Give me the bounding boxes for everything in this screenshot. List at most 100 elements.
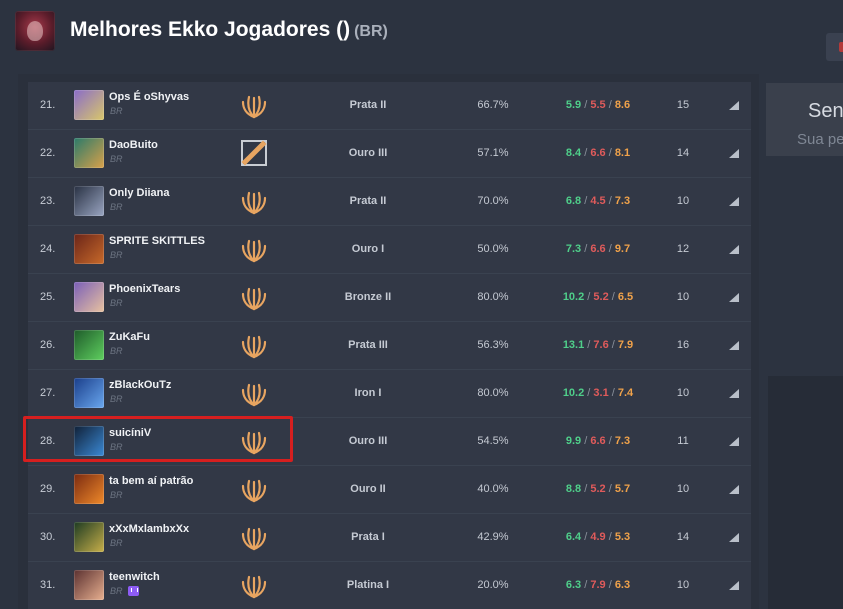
player-avatar[interactable] xyxy=(74,330,104,360)
kda-deaths: 5.2 xyxy=(590,483,606,495)
kda-kills: 5.9 xyxy=(565,99,582,111)
kda-separator: / xyxy=(581,483,591,495)
player-avatar[interactable] xyxy=(74,282,104,312)
player-avatar[interactable] xyxy=(74,570,104,600)
kda-assists: 5.7 xyxy=(614,483,631,495)
stats-graph-icon[interactable] xyxy=(728,194,740,206)
player-tier: Bronze II xyxy=(344,291,392,303)
player-tier: Ouro II xyxy=(350,483,386,495)
table-row[interactable]: 22. DaoBuito BR Ouro III 57.1% 8.4 / 6.6 / 8.… xyxy=(28,130,751,178)
legendary-crest-icon xyxy=(239,426,269,456)
player-winrate: 56.3% xyxy=(477,339,509,351)
player-name[interactable]: teenwitch xyxy=(109,571,160,583)
table-row[interactable]: 21. Ops É oShyvas BR Prata II 66.7% 5.9 / 5.5… xyxy=(28,82,751,130)
player-games: 15 xyxy=(676,99,690,111)
kda-separator: / xyxy=(605,435,615,447)
corner-action-button[interactable] xyxy=(826,33,843,61)
stats-graph-icon[interactable] xyxy=(728,530,740,542)
kda-deaths: 7.9 xyxy=(590,579,606,591)
legendary-crest-icon xyxy=(239,186,269,216)
stats-graph-icon[interactable] xyxy=(728,146,740,158)
stats-graph-icon[interactable] xyxy=(728,98,740,110)
kda-separator: / xyxy=(605,243,615,255)
player-avatar[interactable] xyxy=(74,138,104,168)
player-avatar[interactable] xyxy=(74,474,104,504)
row-rank: 26. xyxy=(40,339,56,351)
player-avatar[interactable] xyxy=(74,378,104,408)
player-tier: Prata III xyxy=(348,339,388,351)
player-name[interactable]: Ops É oShyvas xyxy=(109,91,189,103)
player-name[interactable]: DaoBuito xyxy=(109,139,158,151)
legendary-crest-icon xyxy=(239,330,269,360)
kda-deaths: 7.6 xyxy=(593,339,609,351)
player-tier: Iron I xyxy=(354,387,382,399)
table-row[interactable]: 23. Only Diiana BR Prata II 70.0% 6.8 / 4.5 /… xyxy=(28,178,751,226)
player-winrate: 40.0% xyxy=(477,483,509,495)
player-tier: Prata II xyxy=(349,99,387,111)
title-text: Melhores Ekko Jogadores () xyxy=(70,18,351,41)
table-row[interactable]: 25. PhoenixTears BR Bronze II 80.0% 10.2 / 5.… xyxy=(28,274,751,322)
table-row[interactable]: 27. zBlackOuTz BR Iron I 80.0% 10.2 / 3.1 / 7… xyxy=(28,370,751,418)
player-avatar[interactable] xyxy=(74,234,104,264)
legendary-crest-icon xyxy=(239,570,269,600)
player-name[interactable]: zBlackOuTz xyxy=(109,379,171,391)
kda-separator: / xyxy=(581,147,591,159)
table-row[interactable]: 30. xXxMxlambxXx BR Prata I 42.9% 6.4 / 4.9 /… xyxy=(28,514,751,562)
kda-separator: / xyxy=(581,243,591,255)
player-name[interactable]: Only Diiana xyxy=(109,187,170,199)
stats-graph-icon[interactable] xyxy=(728,338,740,350)
kda-separator: / xyxy=(608,387,618,399)
players-table: 21. Ops É oShyvas BR Prata II 66.7% 5.9 / 5.5… xyxy=(18,74,759,609)
player-name[interactable]: suicíniV xyxy=(109,427,151,439)
player-avatar[interactable] xyxy=(74,186,104,216)
legendary-crest-icon xyxy=(239,474,269,504)
player-winrate: 80.0% xyxy=(477,387,509,399)
player-avatar[interactable] xyxy=(74,426,104,456)
player-games: 10 xyxy=(676,291,690,303)
table-row[interactable]: 29. ta bem aí patrão BR Ouro II 40.0% 8.8 / 5… xyxy=(28,466,751,514)
table-row[interactable]: 31. teenwitch BR Platina I 20.0% 6.3 / 7.9 / … xyxy=(28,562,751,609)
kda-deaths: 5.5 xyxy=(590,99,606,111)
stats-graph-icon[interactable] xyxy=(728,290,740,302)
row-rank: 28. xyxy=(40,435,56,447)
player-tier: Prata II xyxy=(349,195,387,207)
stats-graph-icon[interactable] xyxy=(728,386,740,398)
player-name[interactable]: ZuKaFu xyxy=(109,331,150,343)
kda-kills: 9.9 xyxy=(565,435,582,447)
player-name[interactable]: xXxMxlambxXx xyxy=(109,523,189,535)
kda-separator: / xyxy=(605,483,615,495)
kda-deaths: 4.5 xyxy=(590,195,606,207)
player-winrate: 80.0% xyxy=(477,291,509,303)
player-name[interactable]: SPRITE SKITTLES xyxy=(109,235,205,247)
stats-graph-icon[interactable] xyxy=(728,242,740,254)
row-rank: 27. xyxy=(40,387,56,399)
kda-deaths: 5.2 xyxy=(593,291,609,303)
table-row[interactable]: 24. SPRITE SKITTLES BR Ouro I 50.0% 7.3 / 6.6… xyxy=(28,226,751,274)
row-rank: 29. xyxy=(40,483,56,495)
stats-graph-icon[interactable] xyxy=(728,482,740,494)
table-row[interactable]: 26. ZuKaFu BR Prata III 56.3% 13.1 / 7.6 / 7.… xyxy=(28,322,751,370)
player-avatar[interactable] xyxy=(74,522,104,552)
player-kda: 13.1 / 7.6 / 7.9 xyxy=(538,339,658,351)
player-name[interactable]: PhoenixTears xyxy=(109,283,180,295)
kda-kills: 6.4 xyxy=(565,531,582,543)
page-title: Melhores Ekko Jogadores () (BR) xyxy=(70,18,388,42)
player-games: 10 xyxy=(676,483,690,495)
player-name[interactable]: ta bem aí patrão xyxy=(109,475,193,487)
twitch-icon[interactable] xyxy=(128,586,139,596)
stats-graph-icon[interactable] xyxy=(728,434,740,446)
player-games: 10 xyxy=(676,579,690,591)
side-card-heading: Sen xyxy=(808,100,843,122)
row-rank: 31. xyxy=(40,579,56,591)
kda-kills: 8.4 xyxy=(565,147,582,159)
kda-separator: / xyxy=(608,339,618,351)
kda-kills: 7.3 xyxy=(565,243,582,255)
stats-graph-icon[interactable] xyxy=(728,578,740,590)
kda-kills: 6.8 xyxy=(565,195,582,207)
table-row[interactable]: 28. suicíniV BR Ouro III 54.5% 9.9 / 6.6 / 7.… xyxy=(28,418,751,466)
row-rank: 24. xyxy=(40,243,56,255)
legendary-crest-icon xyxy=(239,522,269,552)
diagonal-slash-icon xyxy=(239,138,269,168)
player-tier: Ouro III xyxy=(348,147,388,159)
player-avatar[interactable] xyxy=(74,90,104,120)
